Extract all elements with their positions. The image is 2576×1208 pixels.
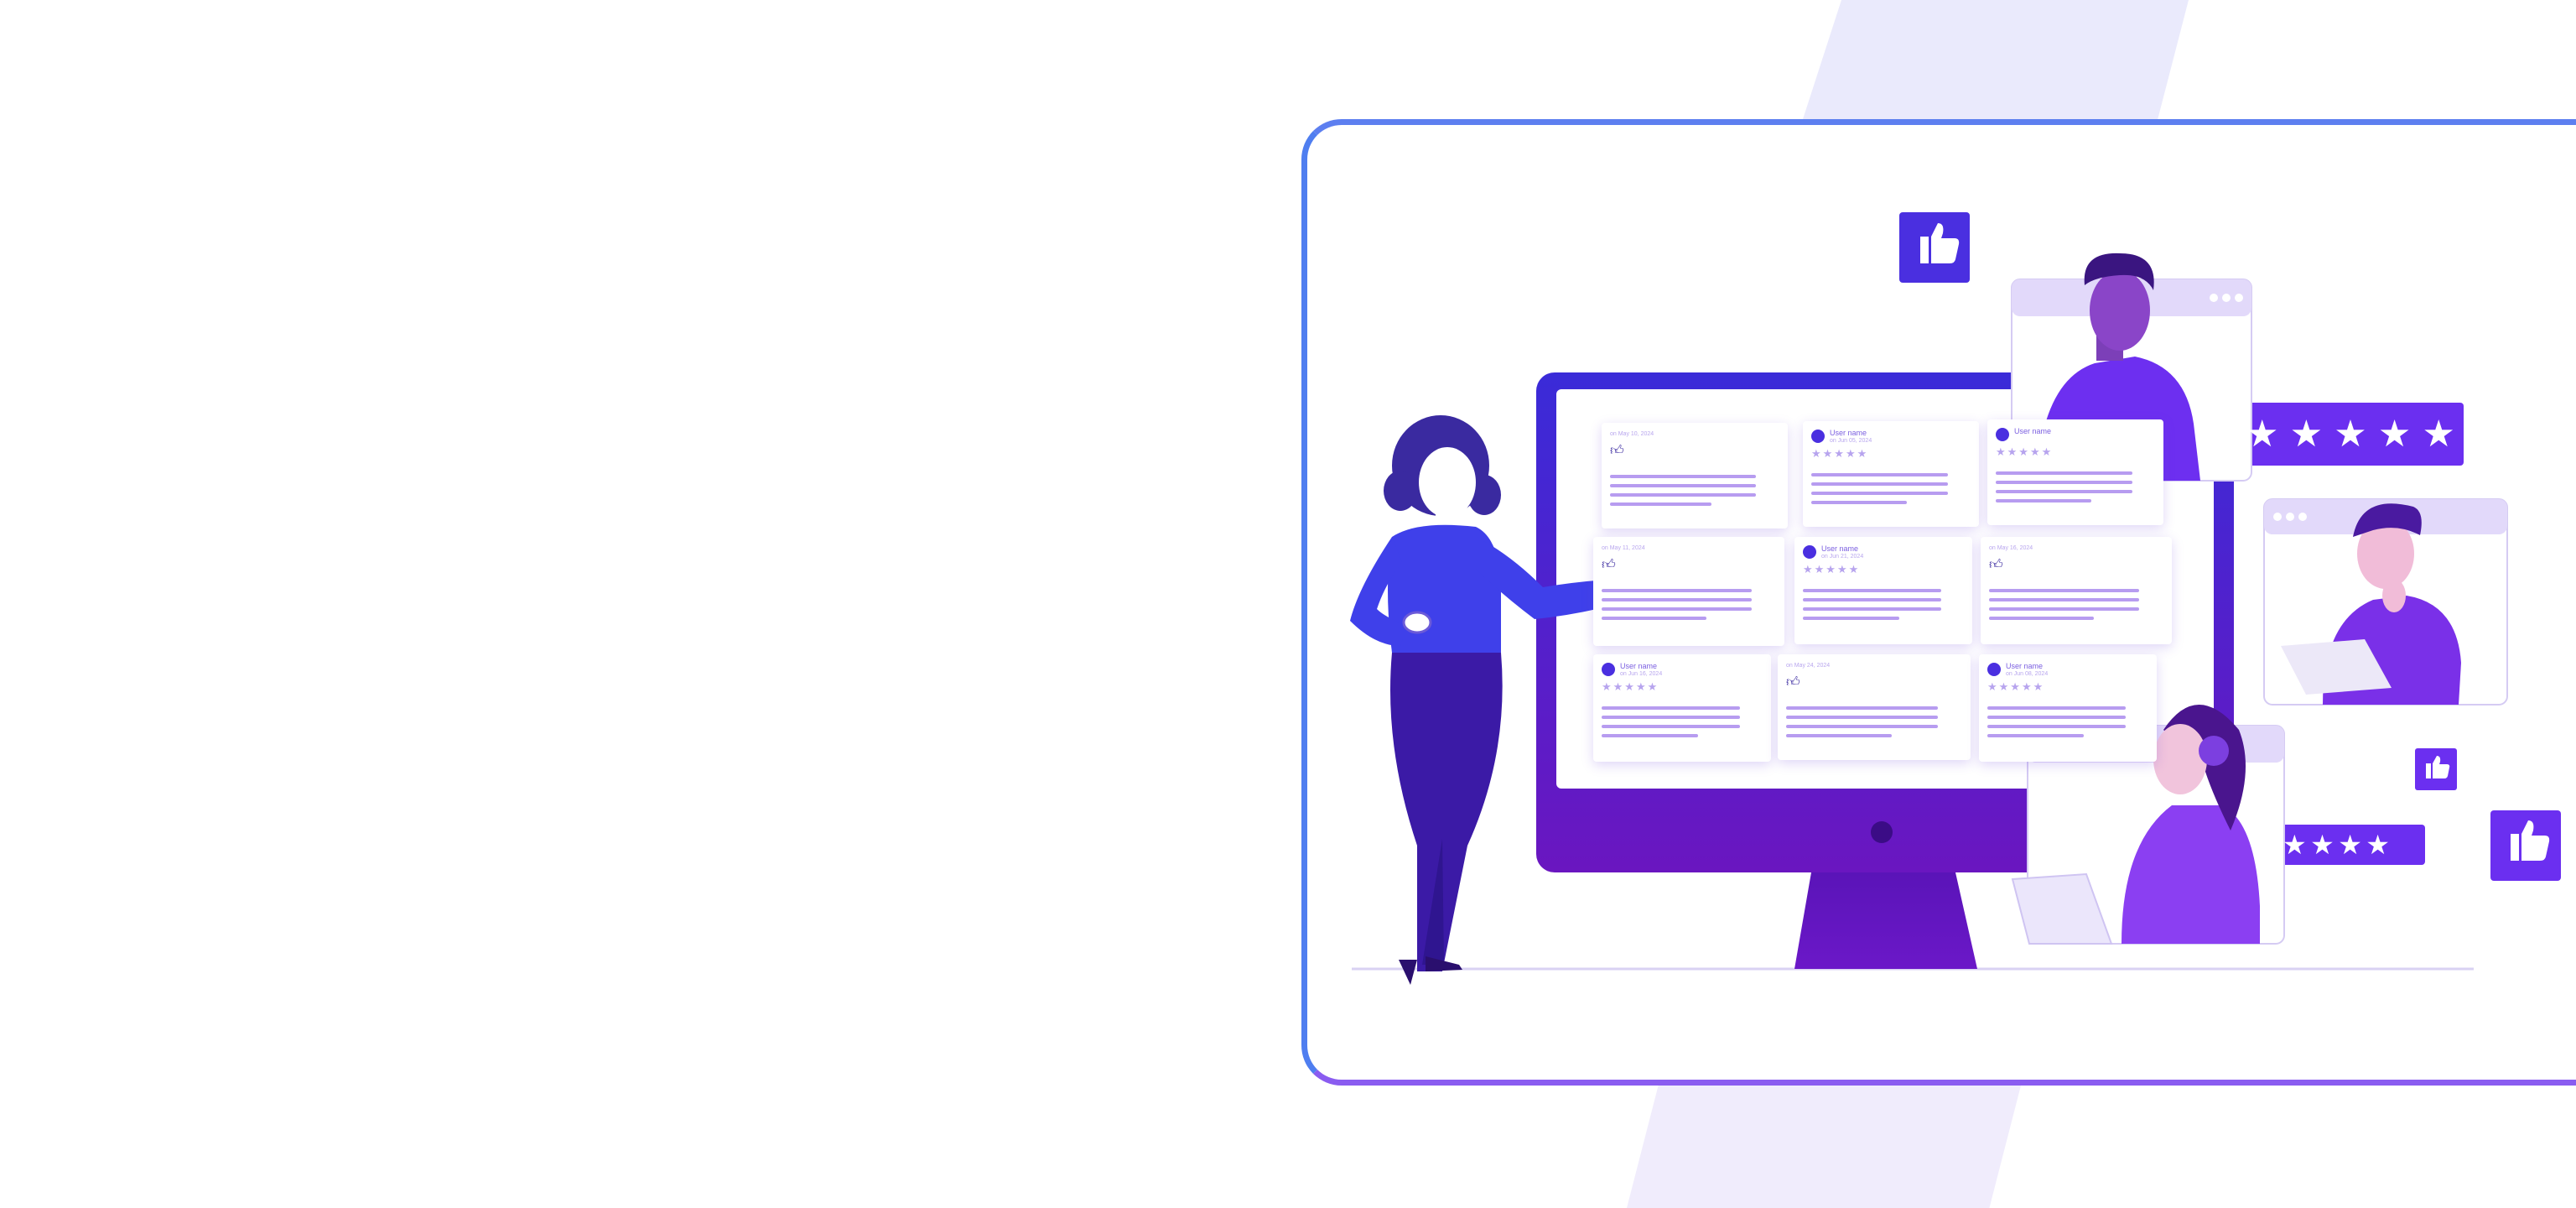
review-text-line — [1811, 501, 1907, 504]
review-text-line — [1987, 725, 2126, 728]
review-text-line — [1996, 499, 2091, 502]
thumbs-up-icon: 👍︎ — [1610, 444, 1624, 458]
review-text-line — [1602, 734, 1698, 737]
review-text-line — [1610, 475, 1756, 478]
review-user-name: User name — [1821, 544, 1859, 553]
review-date: on May 16, 2024 — [1989, 545, 2033, 551]
review-text-line — [1610, 502, 1711, 506]
review-text-line — [1989, 617, 2094, 620]
review-card: on May 16, 2024 👍︎ — [1981, 537, 2172, 644]
avatar — [1811, 430, 1825, 443]
review-text-line — [1811, 492, 1948, 495]
thumbs-up-badge-right — [2490, 810, 2561, 881]
review-text-line — [1987, 706, 2126, 710]
review-stars: ★★★★★ — [1811, 447, 1869, 460]
review-stars: ★★★★★ — [1996, 445, 2054, 458]
avatar — [1803, 545, 1816, 559]
review-text-line — [1602, 617, 1706, 620]
review-user-name: User name — [2006, 662, 2044, 670]
review-text-line — [1602, 716, 1740, 719]
review-date: on Jun 16, 2024 — [1620, 671, 1663, 677]
star-icon: ★ — [2283, 830, 2307, 860]
review-date: on May 11, 2024 — [1602, 545, 1645, 551]
video-window-man-2 — [2263, 498, 2508, 706]
star-icon: ★ — [2422, 413, 2455, 455]
review-text-line — [1996, 481, 2132, 484]
review-user-name: User name — [2014, 427, 2052, 435]
star-icon: ★ — [2310, 830, 2334, 860]
review-text-line — [1803, 598, 1941, 601]
review-text-line — [1989, 607, 2139, 611]
review-text-line — [1602, 725, 1740, 728]
rating-stars-large: ★ ★ ★ ★ ★ — [2246, 411, 2455, 457]
review-card: User name on Jun 16, 2024 ★★★★★ — [1593, 654, 1771, 762]
thumbs-up-badge-top — [1899, 212, 1970, 283]
review-card: on May 24, 2024 👍︎ — [1778, 654, 1971, 760]
review-text-line — [1602, 607, 1752, 611]
review-text-line — [1610, 493, 1756, 497]
review-date: on May 10, 2024 — [1610, 431, 1654, 437]
review-text-line — [1989, 598, 2139, 601]
review-card: User name ★★★★★ — [1987, 419, 2163, 525]
review-text-line — [1803, 607, 1941, 611]
monitor-stand — [1794, 872, 1977, 969]
review-text-line — [1786, 706, 1938, 710]
review-text-line — [1989, 589, 2139, 592]
review-text-line — [1987, 734, 2084, 737]
star-icon: ★ — [2377, 413, 2412, 455]
thumbs-up-icon: 👍︎ — [1786, 675, 1800, 690]
star-icon: ★ — [2334, 413, 2367, 455]
avatar — [1987, 663, 2001, 676]
review-card: User name on Jun 05, 2024 ★★★★★ — [1803, 421, 1979, 527]
thumbs-up-icon: 👍︎ — [1602, 558, 1616, 572]
review-text-line — [1602, 589, 1752, 592]
review-card: User name on Jun 21, 2024 ★★★★★ — [1794, 537, 1972, 644]
review-user-name: User name — [1620, 662, 1658, 670]
review-stars: ★★★★★ — [1602, 680, 1659, 693]
avatar — [1996, 428, 2009, 441]
thumbs-up-icon: 👍︎ — [1989, 558, 2003, 572]
review-text-line — [1610, 484, 1756, 487]
review-text-line — [1803, 589, 1941, 592]
review-text-line — [1811, 482, 1948, 486]
review-text-line — [1996, 490, 2132, 493]
star-icon: ★ — [2289, 413, 2324, 455]
review-text-line — [1996, 471, 2132, 475]
rating-stars-small: ★ ★ ★ ★ — [2283, 829, 2390, 861]
review-text-line — [1786, 734, 1892, 737]
review-text-line — [1811, 473, 1948, 476]
review-text-line — [1602, 706, 1740, 710]
review-date: on Jun 05, 2024 — [1830, 438, 1872, 444]
review-stars: ★★★★★ — [1803, 563, 1861, 575]
review-text-line — [1803, 617, 1899, 620]
review-card: on May 11, 2024 👍︎ — [1593, 537, 1784, 646]
star-icon: ★ — [2366, 830, 2390, 860]
review-date: on Jun 21, 2024 — [1821, 554, 1864, 560]
star-icon: ★ — [2246, 413, 2279, 455]
review-card: User name on Jun 08, 2024 ★★★★★ — [1979, 654, 2157, 762]
review-stars: ★★★★★ — [1987, 680, 2045, 693]
star-icon: ★ — [2338, 830, 2362, 860]
review-user-name: User name — [1830, 429, 1867, 437]
avatar — [1602, 663, 1615, 676]
review-text-line — [1786, 716, 1938, 719]
review-text-line — [1786, 725, 1938, 728]
review-card: on May 10, 2024 👍︎ — [1602, 423, 1788, 528]
review-date: on Jun 08, 2024 — [2006, 671, 2049, 677]
review-text-line — [1987, 716, 2126, 719]
monitor-camera — [1871, 821, 1893, 843]
review-illustration — [1350, 212, 2561, 985]
review-date: on May 24, 2024 — [1786, 663, 1831, 669]
review-text-line — [1602, 598, 1752, 601]
thumbs-up-badge-small — [2415, 748, 2457, 790]
